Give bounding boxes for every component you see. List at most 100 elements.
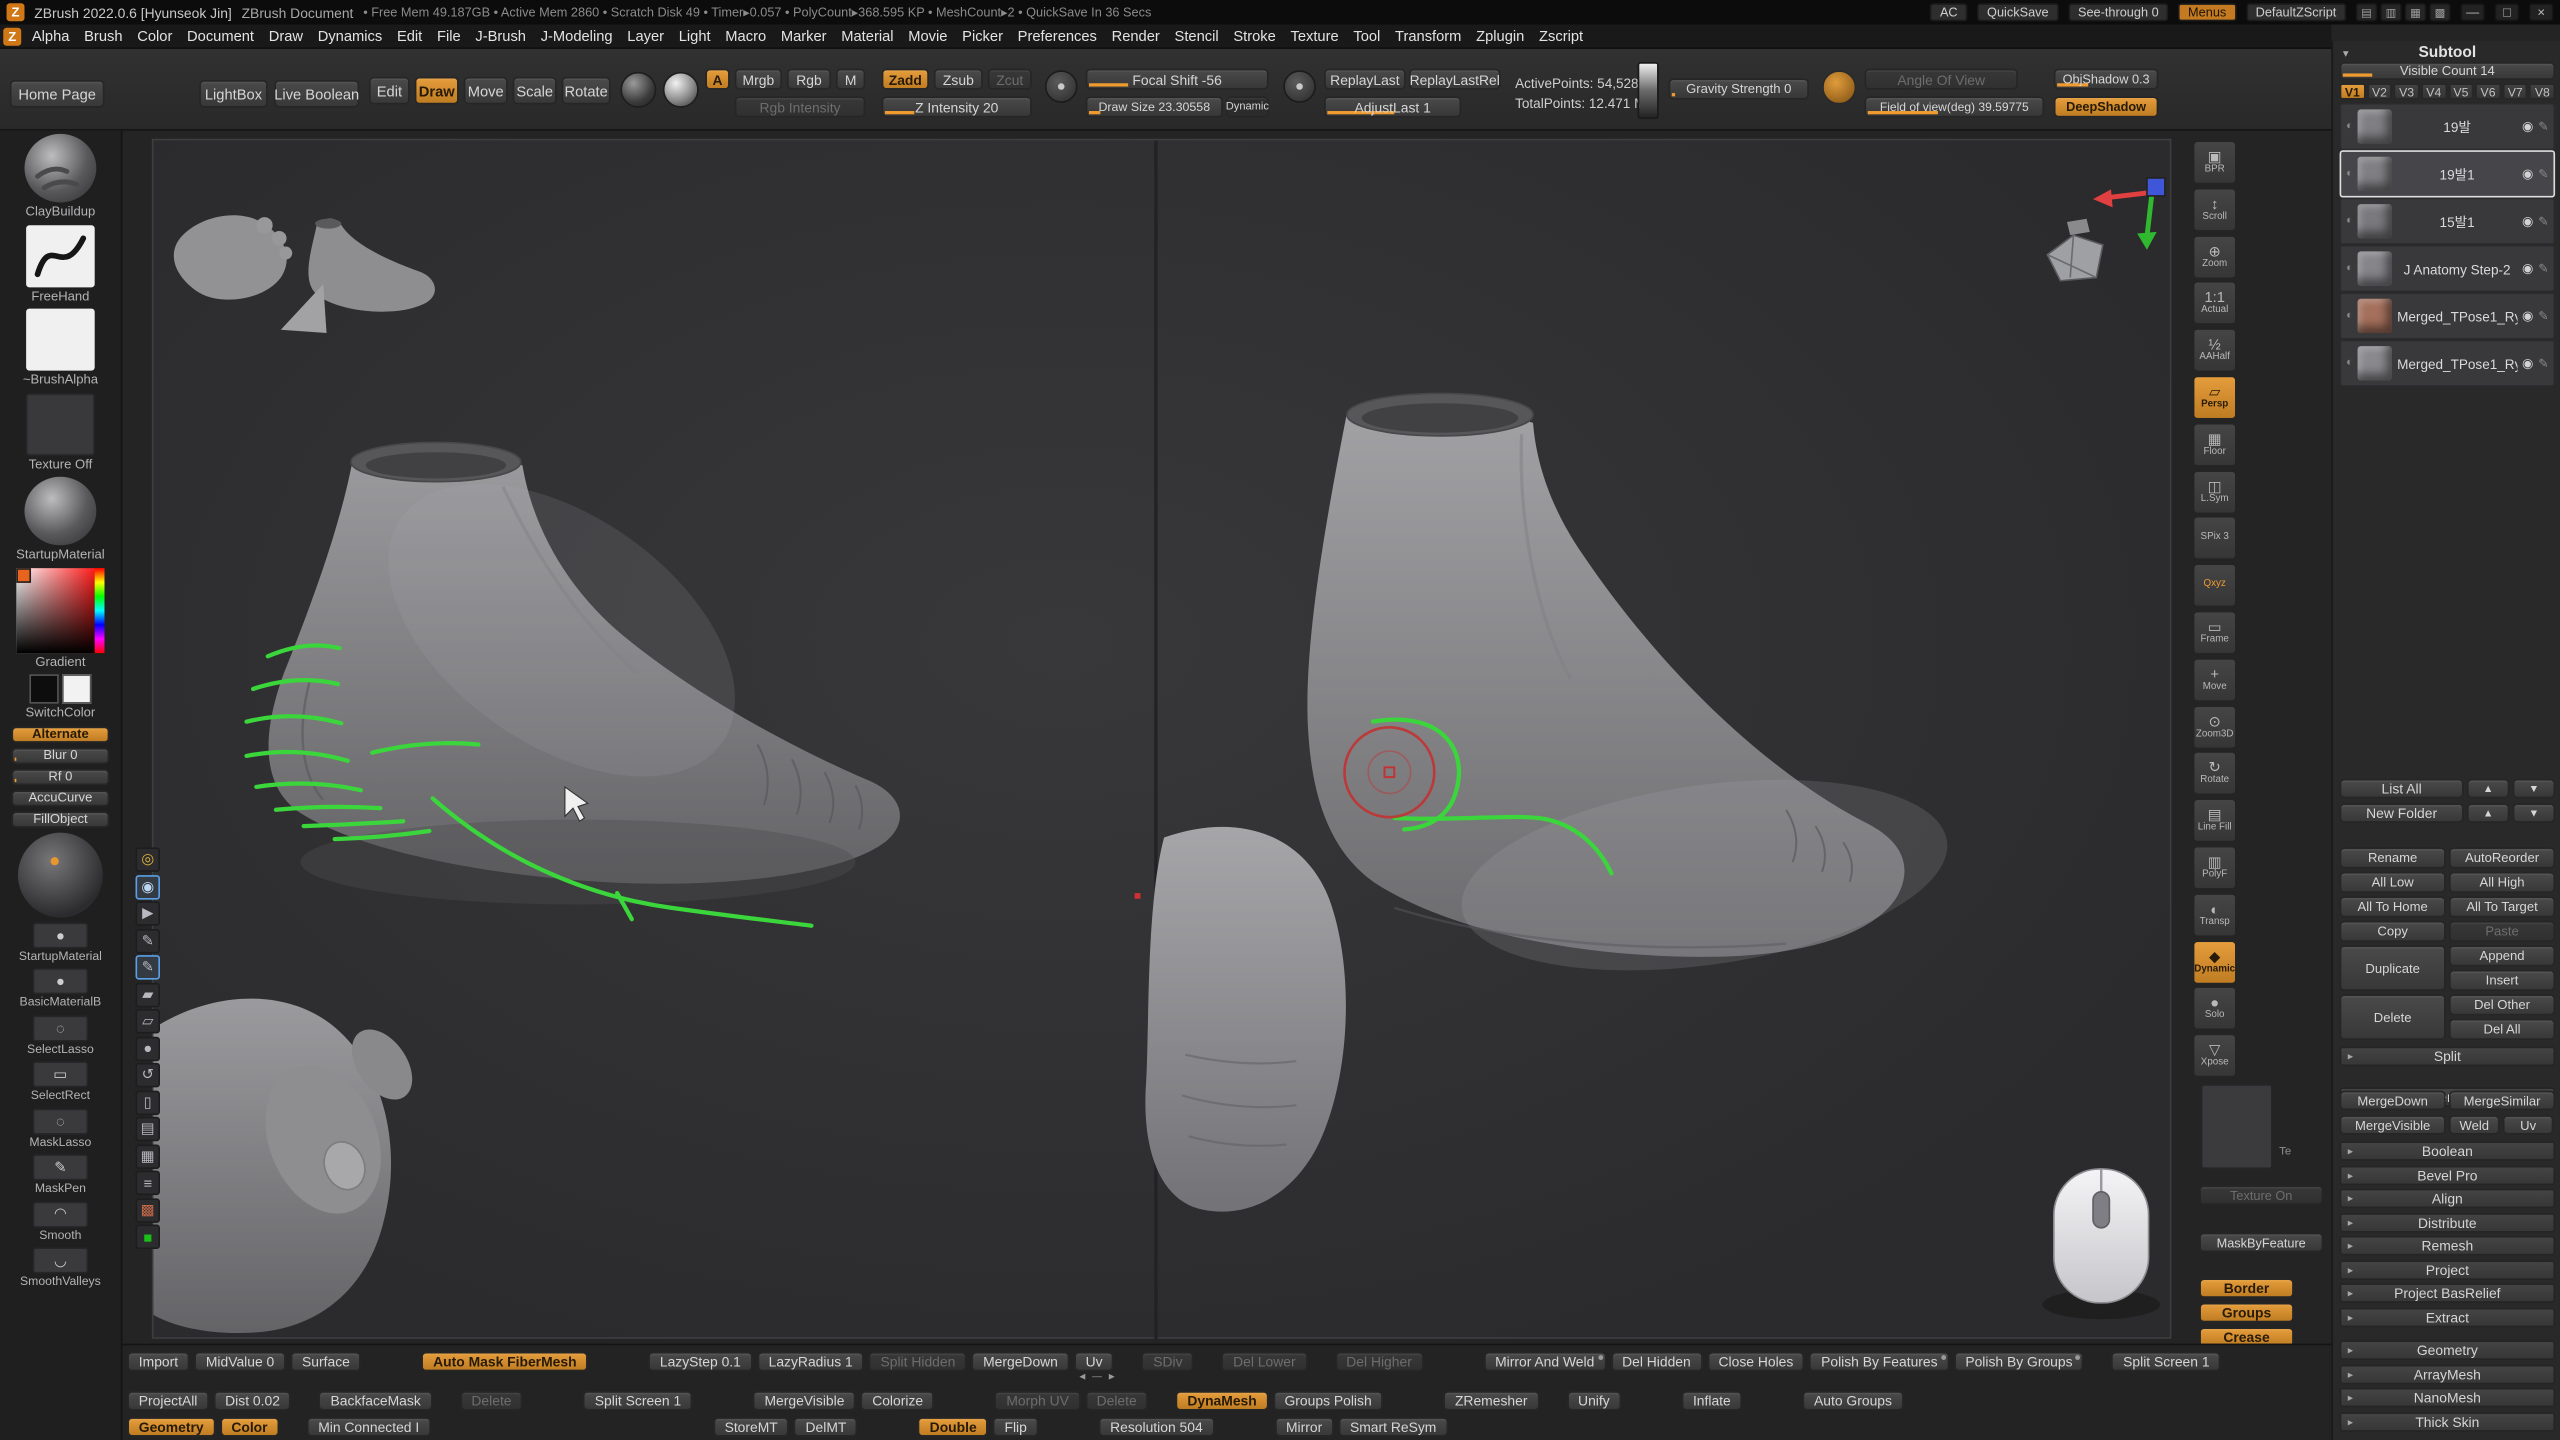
dynamic-size-button[interactable]: Dynamic xyxy=(1226,96,1268,117)
tray-quick-item[interactable]: ◌ MaskLasso xyxy=(29,1108,91,1150)
quick-tool-button[interactable]: ● xyxy=(136,1036,160,1060)
menu-item[interactable]: Preferences xyxy=(1010,24,1104,48)
alpha-a-button[interactable]: A xyxy=(705,69,729,90)
bottom-bar-button[interactable]: Delete xyxy=(1085,1391,1148,1411)
new-folder-button[interactable]: New Folder xyxy=(2340,803,2464,823)
home-page-button[interactable]: Home Page xyxy=(10,80,105,108)
right-shelf-button[interactable]: ◐ Transp xyxy=(2193,893,2237,937)
stroke-preview-sphere[interactable] xyxy=(18,832,103,917)
merge-button[interactable]: MergeSimilar xyxy=(2449,1091,2555,1111)
axis-gizmo[interactable] xyxy=(2093,178,2165,250)
bottom-bar-button[interactable]: DelMT xyxy=(794,1417,858,1437)
texture-selector[interactable]: Texture Off xyxy=(26,393,95,472)
deepshadow-button[interactable]: DeepShadow xyxy=(2054,96,2158,117)
polypaint-brush-icon[interactable]: ◐ xyxy=(2346,358,2353,369)
camera-mesh-icon[interactable] xyxy=(2047,219,2103,281)
bottom-bar-button[interactable]: Geometry xyxy=(127,1417,215,1437)
quick-tool-button[interactable]: ▩ xyxy=(136,1198,160,1222)
stroke-selector[interactable]: FreeHand xyxy=(26,224,95,303)
titlebar-tool-icon[interactable]: ▦ xyxy=(2405,3,2426,21)
menu-item[interactable]: Zscript xyxy=(1532,24,1591,48)
quicksave-button[interactable]: QuickSave xyxy=(1977,3,2058,21)
gradient-preview[interactable] xyxy=(1638,62,1659,119)
quick-tool-button[interactable]: ■ xyxy=(136,1224,160,1248)
section-header[interactable]: ▸ Extract xyxy=(2340,1307,2556,1327)
minimize-button[interactable]: — xyxy=(2460,3,2484,21)
bottom-bar-button[interactable]: Polish By Features xyxy=(1810,1352,1949,1372)
rgb-button[interactable]: Rgb xyxy=(787,69,831,90)
maximize-button[interactable]: □ xyxy=(2495,3,2519,21)
eye-icon[interactable]: ◉ xyxy=(2522,309,2533,324)
version-tab[interactable]: V3 xyxy=(2394,83,2420,99)
menu-item[interactable]: Zplugin xyxy=(1469,24,1532,48)
bottom-bar-button[interactable]: Min Connected I xyxy=(307,1417,431,1437)
fov-slider[interactable]: Field of view(deg) 39.59775 xyxy=(1864,96,2044,117)
folder-up-button[interactable]: ▲ xyxy=(2467,803,2509,823)
menu-item[interactable]: Stencil xyxy=(1167,24,1226,48)
bottom-bar-button[interactable]: Split Hidden xyxy=(869,1352,967,1372)
eye-icon[interactable]: ◉ xyxy=(2522,356,2533,371)
blur-slider[interactable]: Blur 0 xyxy=(11,747,109,763)
subtool-down-button[interactable]: ▼ xyxy=(2513,779,2555,799)
quick-tool-button[interactable]: ▤ xyxy=(136,1117,160,1141)
bottom-bar-button[interactable]: Split Screen 1 xyxy=(583,1391,692,1411)
subtool-action-button[interactable]: Append xyxy=(2449,945,2555,966)
bottom-bar-button[interactable]: Smart ReSym xyxy=(1339,1417,1448,1437)
menu-item[interactable]: Alpha xyxy=(24,24,76,48)
bottom-bar-button[interactable]: MergeDown xyxy=(972,1352,1070,1372)
section-header[interactable]: ▸ Distribute xyxy=(2340,1212,2556,1232)
mask-by-feature-button[interactable]: MaskByFeature xyxy=(2199,1233,2323,1253)
right-shelf-button[interactable]: ▤ Line Fill xyxy=(2193,799,2237,843)
menu-item[interactable]: J-Brush xyxy=(468,24,533,48)
subtool-action-button[interactable]: Rename xyxy=(2340,847,2446,868)
bottom-bar-button[interactable]: Close Holes xyxy=(1707,1352,1805,1372)
section-header[interactable]: ▸ Project BasRelief xyxy=(2340,1283,2556,1303)
right-shelf-button[interactable]: ▭ Frame xyxy=(2193,611,2237,655)
bottom-bar-button[interactable]: Delete xyxy=(460,1391,523,1411)
bottom-bar-button[interactable]: Flip xyxy=(993,1417,1038,1437)
bottom-bar-button[interactable]: Colorize xyxy=(861,1391,935,1411)
section-header[interactable]: ▸ Bevel Pro xyxy=(2340,1165,2556,1185)
focal-shift-slider[interactable]: Focal Shift -56 xyxy=(1086,69,1269,90)
version-tab[interactable]: V1 xyxy=(2340,83,2366,99)
menu-item[interactable]: Picker xyxy=(955,24,1011,48)
subtool-action-button[interactable]: Del All xyxy=(2449,1019,2555,1040)
subtool-action-button[interactable]: Copy xyxy=(2340,921,2446,942)
eye-icon[interactable]: ◉ xyxy=(2522,167,2533,182)
subtool-item[interactable]: ◐ Merged_TPose1_Ryan_Kingslien ◉ ✎ xyxy=(2340,292,2556,339)
merge-button[interactable]: Weld xyxy=(2449,1115,2500,1135)
right-shelf-button[interactable]: ↻ Rotate xyxy=(2193,752,2237,796)
quick-tool-button[interactable]: ✎ xyxy=(136,928,160,952)
pen-icon[interactable]: ✎ xyxy=(2538,261,2548,276)
menu-item[interactable]: Material xyxy=(834,24,901,48)
eye-icon[interactable]: ◉ xyxy=(2522,261,2533,276)
replay-last-button[interactable]: ReplayLast xyxy=(1324,69,1406,90)
menu-item[interactable]: Dynamics xyxy=(310,24,389,48)
merge-button[interactable]: Uv xyxy=(2503,1115,2554,1135)
scroll-right-icon[interactable]: ► xyxy=(1107,1373,1117,1383)
partial-foot-left[interactable] xyxy=(153,999,424,1333)
subtool-up-button[interactable]: ▲ xyxy=(2467,779,2509,799)
titlebar-tool-icon[interactable]: ▩ xyxy=(2429,3,2450,21)
menu-item[interactable]: Movie xyxy=(901,24,955,48)
menu-item[interactable]: Color xyxy=(130,24,180,48)
bottom-bar-button[interactable]: ZRemesher xyxy=(1444,1391,1539,1411)
menu-item[interactable]: Light xyxy=(671,24,718,48)
subtool-action-button[interactable]: AutoReorder xyxy=(2449,847,2555,868)
close-button[interactable]: × xyxy=(2529,3,2553,21)
subtool-action-button[interactable]: All Low xyxy=(2340,872,2446,893)
menu-item[interactable]: Render xyxy=(1104,24,1167,48)
menu-item[interactable]: Draw xyxy=(261,24,310,48)
quick-tool-button[interactable]: ▶ xyxy=(136,901,160,925)
version-tab[interactable]: V2 xyxy=(2367,83,2393,99)
pen-icon[interactable]: ✎ xyxy=(2538,356,2548,371)
quick-tool-button[interactable]: ▯ xyxy=(136,1090,160,1114)
right-shelf-button[interactable]: ▣ BPR xyxy=(2193,140,2237,184)
zadd-button[interactable]: Zadd xyxy=(882,69,929,90)
palette-header[interactable]: ▸ Geometry xyxy=(2340,1340,2556,1360)
switch-color[interactable]: SwitchColor xyxy=(26,674,96,721)
pen-icon[interactable]: ✎ xyxy=(2538,119,2548,134)
titlebar-tool-icon[interactable]: ▥ xyxy=(2380,3,2401,21)
zcut-button[interactable]: Zcut xyxy=(988,69,1032,90)
menu-item[interactable]: Marker xyxy=(773,24,833,48)
